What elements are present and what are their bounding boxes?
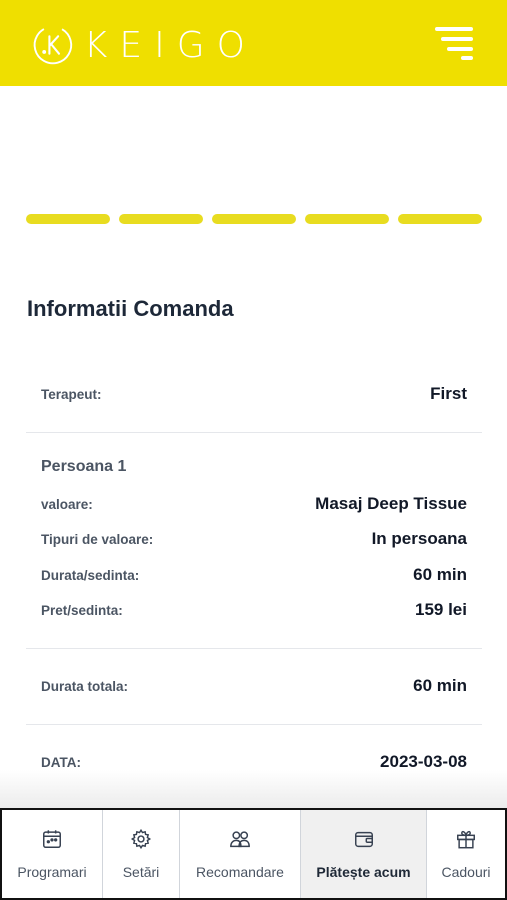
nav-recomandare-label: Recomandare	[196, 864, 284, 880]
progress-step	[119, 214, 203, 224]
therapist-value: First	[430, 384, 467, 403]
nav-recomandare[interactable]: Recomandare	[180, 810, 301, 898]
keigo-logo[interactable]: KEIGO	[32, 18, 257, 72]
therapist-label: Terapeut:	[41, 386, 102, 402]
price-label: Pret/sedinta:	[41, 602, 123, 618]
menu-button[interactable]	[433, 25, 473, 61]
type-row: Tipuri de valoare: In persoana	[41, 529, 467, 549]
progress-step	[26, 214, 110, 224]
gear-icon	[130, 828, 152, 850]
therapist-row: Terapeut: First	[41, 384, 467, 404]
date-row: DATA: 2023-03-08	[41, 752, 467, 772]
menu-line	[435, 27, 473, 31]
nav-plateste-acum-label: Plătește acum	[316, 864, 411, 880]
nav-plateste-acum[interactable]: Plătește acum	[301, 810, 427, 898]
duration-value: 60 min	[413, 565, 467, 584]
progress-step	[212, 214, 296, 224]
users-icon	[230, 831, 250, 848]
service-row: valoare: Masaj Deep Tissue	[41, 494, 467, 514]
total-duration-label: Durata totala:	[41, 678, 129, 694]
menu-line	[447, 47, 473, 51]
date-value: 2023-03-08	[380, 752, 467, 771]
bottom-navigation: Programari Setări Recomandare Plătește a…	[0, 808, 507, 900]
person-heading-text: Persoana 1	[41, 458, 127, 475]
person-heading: Persoana 1	[41, 458, 467, 476]
price-row: Pret/sedinta: 159 lei	[41, 600, 467, 620]
nav-programari-label: Programari	[17, 864, 87, 880]
service-value: Masaj Deep Tissue	[315, 494, 467, 513]
step-progress	[26, 214, 482, 226]
menu-line	[461, 56, 473, 60]
nav-cadouri-label: Cadouri	[441, 864, 491, 880]
price-value: 159 lei	[415, 600, 467, 619]
type-label: Tipuri de valoare:	[41, 531, 154, 547]
divider	[26, 724, 482, 725]
nav-setari[interactable]: Setări	[103, 810, 180, 898]
wallet-icon	[354, 831, 373, 848]
divider	[26, 648, 482, 649]
type-value: In persoana	[371, 529, 467, 548]
logo-text: KEIGO	[83, 24, 257, 66]
menu-line	[441, 37, 473, 41]
app-header: KEIGO	[0, 0, 507, 86]
duration-label: Durata/sedinta:	[41, 567, 140, 583]
divider	[26, 432, 482, 433]
duration-row: Durata/sedinta: 60 min	[41, 565, 467, 585]
date-label: DATA:	[41, 754, 81, 770]
scroll-fade	[0, 770, 507, 808]
total-duration-value: 60 min	[413, 676, 467, 695]
gift-icon	[457, 830, 475, 849]
page-title: Informatii Comanda	[27, 296, 234, 321]
nav-setari-label: Setări	[122, 864, 160, 880]
nav-cadouri[interactable]: Cadouri	[427, 810, 505, 898]
service-label: valoare:	[41, 496, 93, 512]
total-duration-row: Durata totala: 60 min	[41, 676, 467, 696]
calendar-icon	[43, 830, 61, 848]
progress-step	[398, 214, 482, 224]
progress-step	[305, 214, 389, 224]
logo-mark-icon	[33, 25, 73, 65]
nav-programari[interactable]: Programari	[2, 810, 103, 898]
